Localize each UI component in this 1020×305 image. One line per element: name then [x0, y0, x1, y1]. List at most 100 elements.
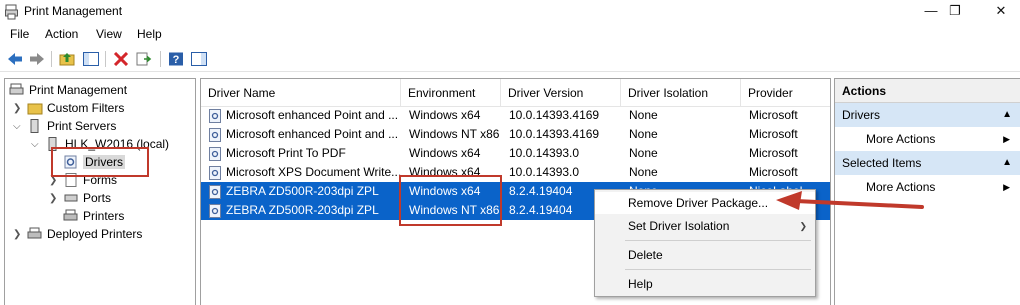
collapse-icon[interactable]: ▲: [1002, 151, 1012, 175]
driver-version: 10.0.14393.4169: [509, 127, 600, 141]
driver-icon: [209, 184, 221, 199]
submenu-arrow-icon: ❯: [799, 221, 807, 231]
more-actions-label: More Actions: [866, 132, 936, 146]
menu-view[interactable]: View: [96, 27, 122, 41]
tree-node-print-servers[interactable]: ⌵ Print Servers: [13, 117, 116, 135]
driver-icon: [209, 146, 221, 161]
help-icon[interactable]: ?: [167, 50, 185, 68]
driver-provider: Microsoft: [749, 108, 798, 122]
tree-label: Deployed Printers: [47, 227, 143, 241]
driver-isolation: None: [629, 127, 658, 141]
menu-bar: File Action View Help: [0, 24, 1020, 44]
driver-name: Microsoft enhanced Point and ...: [226, 108, 399, 122]
collapse-icon[interactable]: ▲: [1002, 103, 1012, 127]
driver-version: 10.0.14393.0: [509, 146, 580, 160]
column-driver-isolation[interactable]: Driver Isolation: [621, 79, 741, 107]
chevron-down-icon[interactable]: ⌵: [31, 139, 41, 150]
ports-icon: [64, 194, 78, 202]
driver-name: ZEBRA ZD500R-203dpi ZPL: [226, 203, 379, 217]
column-driver-version[interactable]: Driver Version: [501, 79, 621, 107]
tree-label: Ports: [83, 191, 112, 205]
close-button[interactable]: ✕: [978, 0, 1020, 24]
title-bar: Print Management — ❐ ✕: [0, 0, 1020, 24]
table-row[interactable]: Microsoft enhanced Point and ... Windows…: [201, 106, 830, 125]
actions-header: Actions: [835, 79, 1020, 103]
column-environment[interactable]: Environment: [401, 79, 501, 107]
print-management-icon: [5, 4, 18, 20]
annotation-box-environment: [399, 175, 502, 226]
menu-file[interactable]: File: [10, 27, 29, 41]
driver-isolation: None: [629, 165, 658, 179]
menu-item-set-driver-isolation[interactable]: Set Driver Isolation ❯: [595, 215, 815, 237]
chevron-right-icon[interactable]: ❯: [13, 103, 23, 114]
actions-section-label: Selected Items: [842, 156, 922, 170]
actions-section-drivers[interactable]: Drivers ▲: [835, 103, 1020, 127]
more-actions-drivers[interactable]: More Actions ▶: [835, 127, 1020, 151]
driver-version: 10.0.14393.0: [509, 165, 580, 179]
submenu-arrow-icon: ▶: [1003, 182, 1010, 192]
tree-node-printers[interactable]: Printers: [63, 207, 124, 225]
actions-section-selected-items[interactable]: Selected Items ▲: [835, 151, 1020, 175]
driver-isolation: None: [629, 146, 658, 160]
menu-separator: [625, 240, 811, 241]
console-tree: Print Management ❯ Custom Filters ⌵ Prin…: [4, 78, 196, 305]
actions-section-label: Drivers: [842, 108, 880, 122]
svg-text:?: ?: [173, 54, 180, 66]
list-header: Driver Name Environment Driver Version D…: [201, 79, 830, 107]
chevron-right-icon[interactable]: ❯: [13, 229, 23, 240]
driver-provider: Microsoft: [749, 165, 798, 179]
tree-node-root[interactable]: Print Management: [9, 81, 127, 99]
chevron-right-icon[interactable]: ❯: [49, 193, 59, 204]
toolbar: ?: [0, 46, 1020, 72]
driver-provider: Microsoft: [749, 146, 798, 160]
filter-folder-icon: [27, 103, 43, 115]
driver-isolation: None: [629, 108, 658, 122]
printer-icon: [27, 227, 42, 239]
column-driver-name[interactable]: Driver Name: [201, 79, 401, 107]
server-icon: [30, 119, 39, 133]
driver-environment: Windows NT x86: [409, 127, 500, 141]
driver-environment: Windows x64: [409, 108, 481, 122]
driver-name: ZEBRA ZD500R-203dpi ZPL: [226, 184, 379, 198]
menu-separator: [625, 269, 811, 270]
driver-version: 10.0.14393.4169: [509, 108, 600, 122]
driver-name: Microsoft enhanced Point and ...: [226, 127, 399, 141]
tree-label: Printers: [83, 209, 125, 223]
annotation-arrow-icon: [776, 191, 924, 210]
back-icon[interactable]: [6, 50, 24, 68]
tree-node-custom-filters[interactable]: ❯ Custom Filters: [13, 99, 124, 117]
chevron-down-icon[interactable]: ⌵: [13, 121, 23, 132]
menu-item-help[interactable]: Help: [595, 273, 815, 295]
annotation-box-drivers: [51, 147, 149, 177]
driver-provider: Microsoft: [749, 127, 798, 141]
driver-icon: [209, 165, 221, 180]
menu-action[interactable]: Action: [45, 27, 78, 41]
up-folder-icon[interactable]: [58, 50, 76, 68]
menu-item-label: Set Driver Isolation: [628, 219, 730, 233]
printer-icon: [63, 209, 78, 221]
table-row[interactable]: Microsoft enhanced Point and ... Windows…: [201, 125, 830, 144]
table-row[interactable]: Microsoft XPS Document Write... Windows …: [201, 163, 830, 182]
menu-item-delete[interactable]: Delete: [595, 244, 815, 266]
driver-icon: [209, 203, 221, 218]
submenu-arrow-icon: ▶: [1003, 134, 1010, 144]
driver-icon: [209, 127, 221, 142]
window-title: Print Management: [24, 4, 123, 18]
column-provider[interactable]: Provider: [741, 79, 830, 107]
menu-help[interactable]: Help: [137, 27, 162, 41]
driver-environment: Windows x64: [409, 146, 481, 160]
print-management-icon: [9, 83, 24, 95]
show-hide-tree-icon[interactable]: [82, 50, 100, 68]
restore-button[interactable]: ❐: [932, 0, 978, 24]
table-row[interactable]: Microsoft Print To PDF Windows x64 10.0.…: [201, 144, 830, 163]
export-list-icon[interactable]: [135, 50, 153, 68]
show-action-pane-icon[interactable]: [190, 50, 208, 68]
tree-label: Print Management: [29, 83, 128, 97]
forward-icon[interactable]: [28, 50, 46, 68]
tree-node-deployed-printers[interactable]: ❯ Deployed Printers: [13, 225, 142, 243]
driver-icon: [209, 108, 221, 123]
tree-node-ports[interactable]: ❯ Ports: [49, 189, 111, 207]
driver-name: Microsoft XPS Document Write...: [226, 165, 402, 179]
delete-icon[interactable]: [112, 50, 130, 68]
tree-label: Print Servers: [47, 119, 117, 133]
